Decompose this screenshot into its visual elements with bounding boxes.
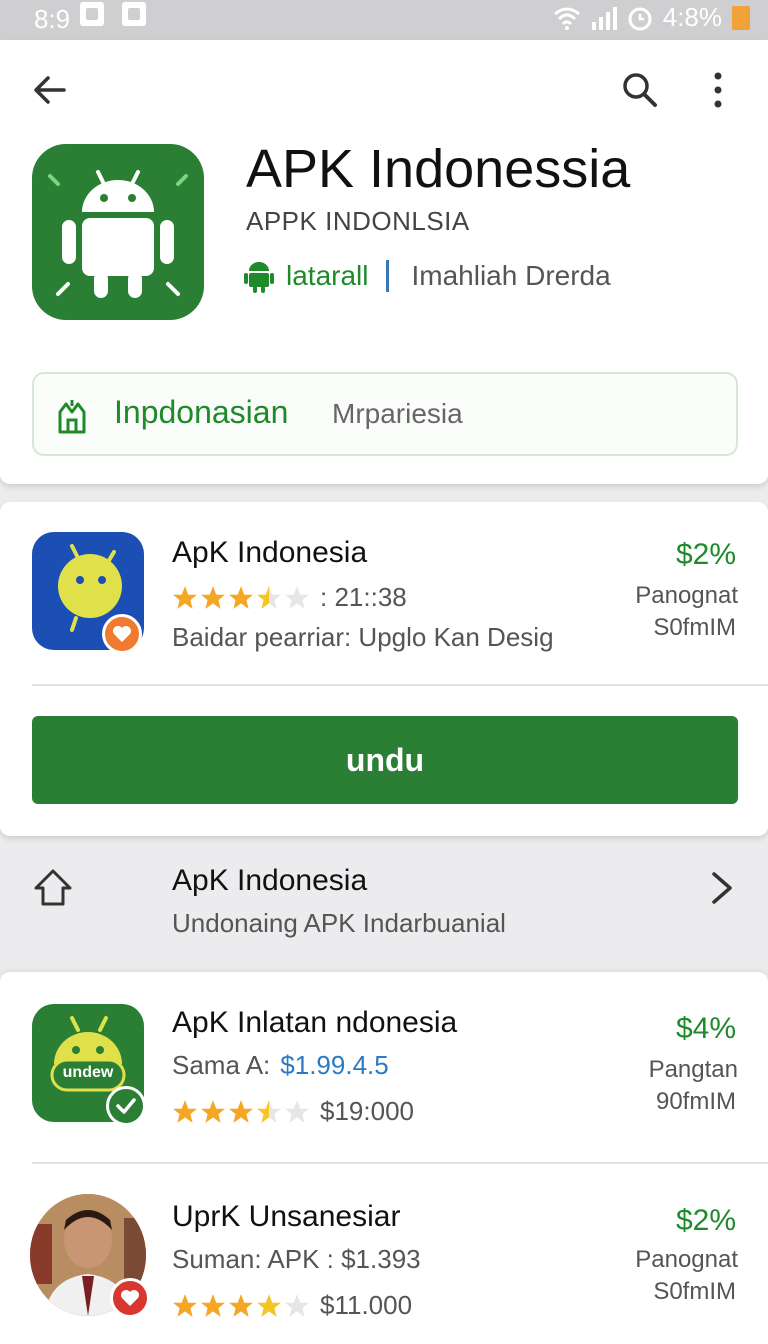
back-arrow-icon[interactable] [30,70,70,110]
star-empty-icon [285,1293,309,1317]
star-icon [201,585,225,609]
nav-subtitle: Undonaing APK Indarbuanial [172,908,506,938]
battery-icon [732,5,750,30]
status-bar: 8:9 4:8% [0,0,768,40]
star-icon [173,1099,197,1123]
star-icon [229,585,253,609]
rating-value: : 21::38 [320,582,407,612]
android-robot-icon [48,170,188,298]
category-nav-row[interactable]: ApK Indonesia Undonaing APK Indarbuanial [0,846,768,956]
star-icon [229,1293,253,1317]
star-icon [229,1099,253,1123]
star-icon [201,1293,225,1317]
version-value: $1.99.4.5 [280,1050,389,1080]
star-empty-icon [285,585,309,609]
image-notification-icon [80,2,104,26]
chevron-right-icon [712,872,732,904]
star-rating [172,1293,310,1319]
star-rating [172,585,310,611]
rating-row: $19:000 [172,1096,414,1127]
star-half-icon [257,585,281,609]
app-detail: Suman: APK : $1.393 [172,1244,421,1274]
star-icon [173,585,197,609]
region-name: Inpdonasian [114,394,289,430]
notification-icon [122,2,146,26]
star-icon [257,1293,281,1317]
more-options-icon[interactable] [700,70,736,110]
divider [32,1162,768,1164]
heart-badge-icon [102,614,142,654]
star-icon [173,1293,197,1317]
app-size: 90fmIM [655,1088,736,1115]
app-size: S0fmIM [653,1278,736,1305]
signal-icon [591,6,617,30]
app-icon [32,144,204,320]
star-half-icon [257,1099,281,1123]
app-icon-label: undew [62,1064,114,1081]
star-empty-icon [285,1099,309,1123]
status-time: 8:9 [34,4,71,34]
developer-row[interactable]: latarall Imahliah Drerda [244,256,611,296]
version-row: Sama A: $1.99.4.5 [172,1050,389,1081]
app-category: Imahliah Drerda [411,260,611,291]
nav-title: ApK Indonesia [172,864,368,897]
app-downloads: $19:000 [320,1096,414,1126]
app-header-card: APK Indonessia APPK INDONLSIA latarall I… [0,40,768,484]
featured-app-card: ApK Indonesia : 21::38 Baidar pearriar: … [0,502,768,836]
star-rating [172,1099,310,1125]
app-name: UprK Unsanesiar [172,1200,401,1233]
app-subtitle: APPK INDONLSIA [246,206,470,236]
app-list: undew ApK Inlatan ndonesia Sama A: $1.99… [0,972,768,1344]
developer-name[interactable]: latarall [286,260,368,292]
region-subtitle: Mrpariesia [332,398,463,429]
mosque-icon [58,400,86,434]
app-price: $2% [675,538,736,571]
rating-row: : 21::38 [172,582,407,613]
android-icon [244,262,274,293]
app-detail: Baidar pearriar: Upglo Kan Desig [172,622,554,652]
divider [32,684,768,686]
price-label: Pangtan [648,1056,738,1083]
star-icon [201,1099,225,1123]
app-title: APK Indonessia [246,139,631,199]
rating-row: $11.000 [172,1290,412,1321]
app-size: S0fmIM [653,614,736,641]
app-price: $2% [675,1204,736,1237]
home-outline-icon [34,869,72,906]
verified-check-icon [106,1086,146,1126]
app-downloads: $11.000 [320,1290,413,1320]
version-label: Sama A: [172,1050,271,1080]
app-name: ApK Inlatan ndonesia [172,1006,458,1039]
download-button[interactable]: undu [32,716,738,804]
app-name: ApK Indonesia [172,536,368,569]
app-price: $4% [675,1012,736,1045]
alarm-icon [628,7,652,30]
price-label: Panognat [635,1246,738,1273]
wifi-icon [553,7,580,30]
battery-text: 4:8% [662,2,722,32]
region-selector[interactable]: Inpdonasian Mrpariesia [32,372,738,456]
price-label: Panognat [635,582,738,609]
heart-badge-icon [110,1278,150,1318]
divider [386,260,390,292]
search-icon[interactable] [620,70,660,110]
